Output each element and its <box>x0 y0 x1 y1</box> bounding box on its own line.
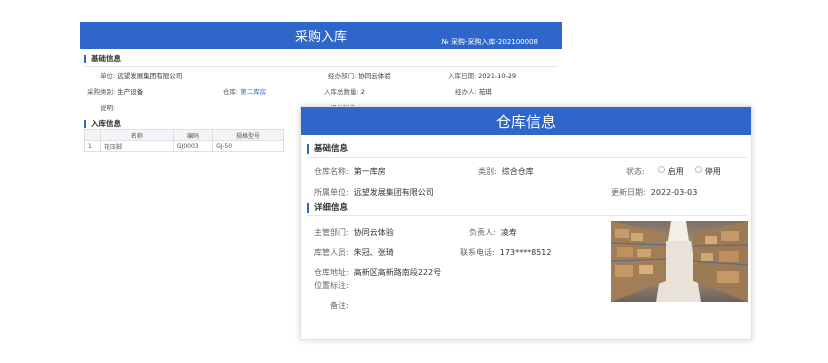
owner-field: 负责人: 凌寿 <box>469 228 517 237</box>
warehouse-info-card: 仓库信息 基础信息 仓库名称: 第一库房 类别: 综合仓库 状态: 启用 停用 … <box>300 106 752 340</box>
handler-field: 经办人: 苑琪 <box>455 88 492 96</box>
dept-field: 主管部门: 协同云体验 <box>314 228 394 237</box>
remark-label: 备注: <box>330 301 349 310</box>
warehouse-name-field: 仓库名称: 第一库房 <box>314 167 386 176</box>
keeper-field: 库管人员: 朱冠、张琦 <box>314 248 394 257</box>
inbound-table: 名称 编码 规格型号 1 花压脚 GJ0003 GJ-50 <box>84 129 284 152</box>
date-field: 入库日期: 2021-10-29 <box>448 72 517 80</box>
radio-icon <box>694 166 702 173</box>
table-header-cell: 编码 <box>172 129 214 141</box>
table-header-row: 名称 编码 规格型号 <box>84 129 284 141</box>
document-number: № 采购-采购入库-202100008 <box>441 38 538 46</box>
position-label: 位置标注: <box>314 281 349 290</box>
table-cell: GJ0003 <box>172 140 214 152</box>
warehouse-link[interactable]: 第二库房 <box>240 88 266 96</box>
warehouse-info-title: 仓库信息 <box>495 113 556 131</box>
divider <box>307 215 747 216</box>
type-field: 类别: 综合仓库 <box>478 167 534 176</box>
quantity-field: 入库总数量: 2 <box>324 88 365 96</box>
category-field: 采购类别: 生产设备 <box>87 88 144 96</box>
warehouse-field: 仓库: 第二库房 <box>223 88 267 96</box>
status-field: 状态: 启用 停用 <box>626 159 721 178</box>
table-header-cell <box>84 129 101 141</box>
org-field: 所属单位: 远望发展集团有限公司 <box>314 188 434 197</box>
radio-icon <box>657 166 665 173</box>
status-disabled-radio[interactable]: 停用 <box>694 159 721 178</box>
item-name-link[interactable]: 花压脚 <box>99 140 174 152</box>
section-detail-info: 详细信息 <box>307 203 348 213</box>
table-row[interactable]: 1 花压脚 GJ0003 GJ-50 <box>84 140 284 152</box>
table-header-cell: 名称 <box>99 129 174 141</box>
section-inbound-info: 入库信息 <box>84 120 121 128</box>
dept-field: 经办部门: 协同云体验 <box>328 72 391 80</box>
status-enabled-radio[interactable]: 启用 <box>657 159 684 178</box>
address-field: 仓库地址: 高新区高新路南段222号 <box>314 268 442 277</box>
warehouse-photo <box>611 221 748 302</box>
unit-field: 单位: 远望发展集团有限公司 <box>100 72 183 80</box>
update-date-field: 更新日期: 2022-03-03 <box>611 188 698 197</box>
table-cell: GJ-50 <box>212 140 284 152</box>
section-basic-info: 基础信息 <box>84 55 121 63</box>
note-label: 说明: <box>100 104 116 112</box>
divider <box>307 157 747 158</box>
table-header-cell: 规格型号 <box>212 129 284 141</box>
divider <box>84 66 558 67</box>
section-basic-info: 基础信息 <box>307 144 348 154</box>
table-cell: 1 <box>84 140 101 152</box>
phone-field: 联系电话: 173****8512 <box>460 248 552 257</box>
